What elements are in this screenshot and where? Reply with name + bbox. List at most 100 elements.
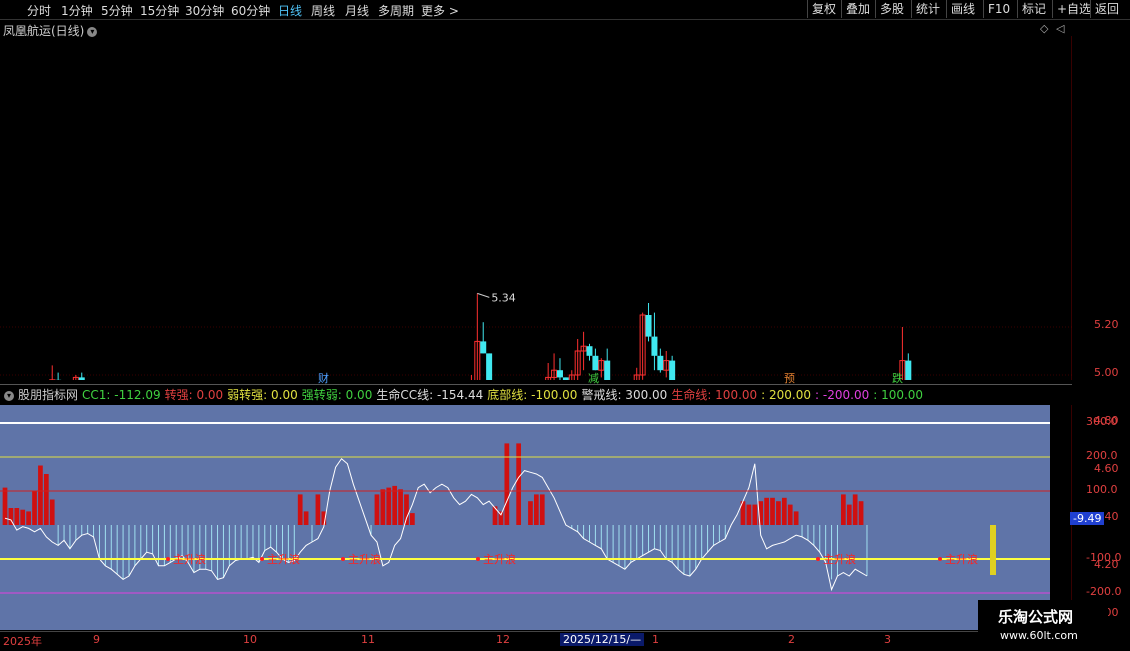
indicator-bar [386, 488, 391, 525]
indicator-background [0, 405, 1050, 630]
indicator-name: 股朋指标网 [18, 388, 78, 402]
candle-body-down [905, 361, 911, 380]
watermark: 乐淘公式网 www.60lt.com [978, 600, 1108, 650]
indicator-bar [504, 443, 509, 525]
candle-body-down [646, 315, 652, 337]
period-tab-0[interactable]: 分时 [27, 2, 51, 19]
indicator-tick-0: 300.0 [1086, 415, 1118, 428]
candle-body-down [486, 353, 492, 380]
indicator-bar [788, 505, 793, 525]
collapse-icon[interactable]: ◁ [1056, 22, 1064, 35]
indicator-chart[interactable]: 主升浪主升浪主升浪主升浪主升浪主升浪 [0, 405, 1072, 630]
indicator-tick-1: 200.0 [1086, 449, 1118, 462]
toolbar-button-6[interactable]: 标记 [1017, 0, 1050, 18]
toolbar-button-4[interactable]: 画线 [946, 0, 979, 18]
period-tab-8[interactable]: 月线 [345, 2, 369, 19]
indicator-bar [380, 489, 385, 525]
legend-item-5: 底部线: -100.00 [487, 388, 577, 402]
legend-item-10: : 100.00 [873, 388, 923, 402]
rise-wave-label: 主升浪 [483, 552, 516, 566]
high-price-label: 5.34 [491, 291, 516, 304]
indicator-menu-icon[interactable]: ▾ [4, 391, 14, 401]
candle-body-down [592, 356, 598, 370]
indicator-tick-2: 100.0 [1086, 483, 1118, 496]
period-tab-1[interactable]: 1分钟 [61, 2, 93, 19]
date-tick-3: 11 [361, 633, 375, 646]
legend-item-6: 警戒线: 300.00 [581, 388, 667, 402]
toolbar-button-8[interactable]: 返回 [1090, 0, 1123, 18]
period-tab-9[interactable]: 多周期 [378, 2, 414, 19]
indicator-bar [516, 443, 521, 525]
indicator-bar [770, 498, 775, 525]
candle-body-down [669, 361, 675, 380]
rise-wave-label: 主升浪 [945, 552, 978, 566]
indicator-bar [50, 500, 55, 526]
date-tick-6: 2 [788, 633, 795, 646]
indicator-bar [26, 511, 31, 525]
legend-item-3: 强转弱: 0.00 [302, 388, 373, 402]
indicator-bar [32, 491, 37, 525]
indicator-bar [398, 489, 403, 525]
date-tick-7: 3 [884, 633, 891, 646]
indicator-bar [747, 505, 752, 525]
indicator-bar [853, 494, 858, 525]
indicator-tick-4: -200.0 [1086, 585, 1121, 598]
period-tab-2[interactable]: 5分钟 [101, 2, 133, 19]
rise-wave-label: 主升浪 [823, 552, 856, 566]
diamond-icon[interactable]: ◇ [1040, 22, 1048, 35]
watermark-title: 乐淘公式网 [998, 606, 1073, 627]
candle-body-down [480, 341, 486, 353]
indicator-bar [298, 494, 303, 525]
rise-wave-dot [166, 557, 170, 561]
period-tab-7[interactable]: 周线 [311, 2, 335, 19]
period-tab-6[interactable]: 日线 [278, 2, 302, 19]
candle-body-down [651, 337, 657, 356]
date-axis: 2025年9101112123 2025/12/15/— [0, 631, 980, 651]
period-tab-5[interactable]: 60分钟 [231, 2, 270, 19]
indicator-bar [38, 466, 43, 526]
price-chart[interactable]: 5.343.97 [0, 36, 1072, 380]
candle-body-down [563, 377, 569, 380]
indicator-bar [782, 498, 787, 525]
price-tick-1: 5.00 [1094, 366, 1119, 379]
indicator-bar [764, 498, 769, 525]
top-toolbar: 分时 1分钟 5分钟 15分钟 30分钟 60分钟日线周线月线多周期更多 > 复权叠加多股… [0, 0, 1130, 20]
indicator-bar [776, 501, 781, 525]
legend-items: CC1: -112.09转强: 0.00弱转强: 0.00强转弱: 0.00生命… [82, 388, 927, 402]
legend-item-4: 生命CC线: -154.44 [376, 388, 483, 402]
rise-wave-dot [938, 557, 942, 561]
pane-divider[interactable] [0, 384, 1072, 385]
signal-bar [990, 525, 996, 575]
legend-item-8: : 200.00 [761, 388, 811, 402]
indicator-bar [859, 501, 864, 525]
period-tab-3[interactable]: 15分钟 [140, 2, 179, 19]
legend-item-0: CC1: -112.09 [82, 388, 161, 402]
selected-date: 2025/12/15/— [560, 633, 644, 646]
toolbar-button-7[interactable]: +自选 [1052, 0, 1095, 18]
indicator-bar [304, 511, 309, 525]
indicator-tick-3: -100.0 [1086, 551, 1121, 564]
indicator-legend: ▾ 股朋指标网 CC1: -112.09转强: 0.00弱转强: 0.00强转弱: … [4, 386, 931, 402]
indicator-bar [493, 506, 498, 525]
chevron-down-icon[interactable]: ▾ [87, 27, 97, 37]
toolbar-button-0[interactable]: 复权 [807, 0, 840, 18]
indicator-bar [404, 494, 409, 525]
period-tab-10[interactable]: 更多 > [421, 2, 459, 19]
indicator-bar [847, 505, 852, 525]
toolbar-button-1[interactable]: 叠加 [841, 0, 874, 18]
period-tab-4[interactable]: 30分钟 [185, 2, 224, 19]
toolbar-button-5[interactable]: F10 [983, 0, 1014, 18]
date-tick-2: 10 [243, 633, 257, 646]
toolbar-button-2[interactable]: 多股 [875, 0, 908, 18]
candle-body-down [657, 356, 663, 370]
indicator-bar [752, 505, 757, 525]
rise-wave-dot [341, 557, 345, 561]
indicator-bar [534, 494, 539, 525]
toolbar-button-3[interactable]: 统计 [911, 0, 944, 18]
indicator-bar [794, 511, 799, 525]
price-tick-3: 4.60 [1094, 462, 1119, 475]
indicator-bar [44, 474, 49, 525]
rise-wave-label: 主升浪 [173, 552, 206, 566]
indicator-bar [20, 510, 25, 525]
date-tick-0: 2025年 [3, 633, 42, 649]
